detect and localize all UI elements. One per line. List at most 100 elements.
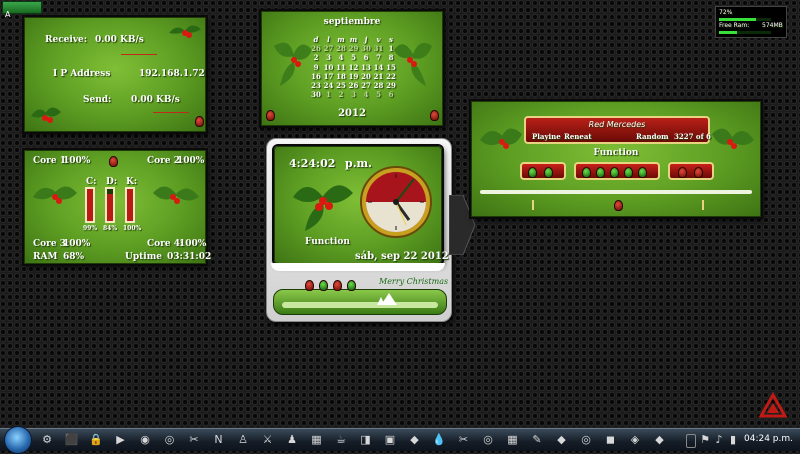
bell-icon[interactable]	[678, 167, 687, 178]
taskbar-app-icon[interactable]: ▣	[383, 433, 397, 447]
progress-track[interactable]	[282, 302, 438, 308]
taskbar-app-icon[interactable]: ◎	[579, 433, 593, 447]
calendar-day[interactable]: 2	[335, 90, 347, 99]
pause-button[interactable]	[610, 167, 619, 178]
taskbar: ⚙ ⬛ 🔒 ▶ ◉ ◎ ✂ N ♙ ⚔ ♟ ▦ ☕ ◨ ▣ ◆ 💧 ✂ ◎ ▦ ✎ ◆ ◎ ◼ ◈ ◆ ⚑ ♪ ▮ 04:24 p…	[0, 426, 800, 454]
taskbar-app-icon[interactable]: 🔒	[89, 433, 103, 447]
calendar-day[interactable]: 15	[385, 63, 397, 72]
calendar-day[interactable]: 26	[310, 44, 322, 53]
taskbar-app-icon[interactable]: 💧	[432, 433, 446, 447]
calendar-day[interactable]: 28	[373, 81, 385, 90]
stop-button[interactable]	[624, 167, 633, 178]
taskbar-app-icon[interactable]: ✂	[457, 433, 471, 447]
calendar-day[interactable]: 30	[310, 90, 322, 99]
volume-controls[interactable]	[668, 162, 714, 180]
calendar-day[interactable]: 16	[310, 72, 322, 81]
music-player-widget[interactable]: Red Mercedes Playine Reneat Random 3227 …	[471, 101, 761, 217]
system-monitor-widget[interactable]: Core 1: 100% Core 2: 100% C: 99% D: 84% K: 10…	[24, 150, 211, 264]
taskbar-app-icon[interactable]: ⚔	[261, 433, 275, 447]
calendar-day[interactable]: 24	[323, 81, 335, 90]
calendar-day[interactable]: 27	[323, 44, 335, 53]
taskbar-app-icon[interactable]: ⬛	[65, 433, 79, 447]
calendar-weekday: v	[376, 35, 381, 44]
calendar-day[interactable]: 30	[360, 44, 372, 53]
bell-icon[interactable]	[319, 280, 328, 291]
calendar-day[interactable]: 4	[335, 53, 347, 62]
calendar-widget[interactable]: septiembre d l m m j v s 26 27 28 29 30 31 1 2 3 4 5 6 7 8 9 1…	[261, 11, 443, 126]
bell-icon[interactable]	[347, 280, 356, 291]
calendar-day[interactable]: 8	[385, 53, 397, 62]
calendar-day[interactable]: 29	[348, 44, 360, 53]
calendar-day[interactable]: 3	[348, 90, 360, 99]
taskbar-app-icon[interactable]: N	[212, 433, 226, 447]
calendar-day[interactable]: 4	[360, 90, 372, 99]
calendar-day[interactable]: 1	[385, 44, 397, 53]
calendar-day[interactable]: 22	[385, 72, 397, 81]
network-icon[interactable]: ▮	[726, 433, 740, 447]
taskbar-app-icon[interactable]: ✎	[530, 433, 544, 447]
next-button[interactable]	[638, 167, 647, 178]
prev-button[interactable]	[582, 167, 591, 178]
calendar-day[interactable]: 10	[323, 63, 335, 72]
calendar-day[interactable]: 31	[373, 44, 385, 53]
calendar-day[interactable]: 6	[385, 90, 397, 99]
taskbar-app-icon[interactable]: ◆	[555, 433, 569, 447]
bell-icon[interactable]	[544, 167, 553, 178]
taskbar-app-icon[interactable]: ⚙	[40, 433, 54, 447]
app-logo[interactable]: A	[2, 1, 42, 19]
calendar-day[interactable]: 25	[335, 81, 347, 90]
taskbar-app-icon[interactable]: ◆	[408, 433, 422, 447]
taskbar-app-icon[interactable]: ▦	[506, 433, 520, 447]
tray-arrow-icon[interactable]	[686, 434, 696, 448]
taskbar-app-icon[interactable]: ♙	[236, 433, 250, 447]
calendar-day[interactable]: 27	[360, 81, 372, 90]
calendar-day[interactable]: 26	[348, 81, 360, 90]
taskbar-app-icon[interactable]: ♟	[285, 433, 299, 447]
calendar-day[interactable]: 5	[373, 90, 385, 99]
taskbar-app-icon[interactable]: ▦	[310, 433, 324, 447]
taskbar-app-icon[interactable]: ◎	[481, 433, 495, 447]
calendar-day[interactable]: 23	[310, 81, 322, 90]
taskbar-app-icon[interactable]: ✂	[187, 433, 201, 447]
calendar-day[interactable]: 17	[323, 72, 335, 81]
bell-icon[interactable]	[333, 280, 342, 291]
bell-icon[interactable]	[694, 167, 703, 178]
calendar-day[interactable]: 20	[360, 72, 372, 81]
calendar-day[interactable]: 1	[323, 90, 335, 99]
calendar-day[interactable]: 2	[310, 53, 322, 62]
calendar-day[interactable]: 18	[335, 72, 347, 81]
taskbar-app-icon[interactable]: ▶	[114, 433, 128, 447]
flag-icon[interactable]: ⚑	[698, 433, 712, 447]
taskbar-clock[interactable]: 04:24 p.m.	[744, 434, 793, 444]
volume-icon[interactable]: ♪	[712, 433, 726, 447]
calendar-day[interactable]: 7	[373, 53, 385, 62]
play-button[interactable]	[596, 167, 605, 178]
network-widget[interactable]: Receive: 0.00 KB/s I P Address 192.168.1…	[24, 17, 206, 132]
calendar-day[interactable]: 28	[335, 44, 347, 53]
recycle-bin-icon[interactable]	[758, 392, 788, 422]
taskbar-app-icon[interactable]: ◼	[604, 433, 618, 447]
calendar-day[interactable]: 9	[310, 63, 322, 72]
taskbar-app-icon[interactable]: ◎	[163, 433, 177, 447]
taskbar-app-icon[interactable]: ◨	[359, 433, 373, 447]
calendar-day[interactable]: 6	[360, 53, 372, 62]
bell-icon[interactable]	[305, 280, 314, 291]
calendar-day[interactable]: 21	[373, 72, 385, 81]
calendar-day[interactable]: 12	[348, 63, 360, 72]
taskbar-app-icon[interactable]: ☕	[334, 433, 348, 447]
calendar-day[interactable]: 5	[348, 53, 360, 62]
calendar-day[interactable]: 13	[360, 63, 372, 72]
playback-controls[interactable]	[574, 162, 660, 180]
calendar-day[interactable]: 11	[335, 63, 347, 72]
taskbar-app-icon[interactable]: ◈	[628, 433, 642, 447]
calendar-day[interactable]: 3	[323, 53, 335, 62]
taskbar-app-icon[interactable]: ◆	[653, 433, 667, 447]
calendar-day[interactable]: 14	[373, 63, 385, 72]
calendar-day[interactable]: 19	[348, 72, 360, 81]
clock-widget[interactable]: 4:24:02 p.m. Function sáb, sep 22 2012 M…	[266, 138, 476, 322]
calendar-day[interactable]: 29	[385, 81, 397, 90]
bell-icon[interactable]	[528, 167, 537, 178]
seek-bar[interactable]	[480, 190, 752, 194]
taskbar-app-icon[interactable]: ◉	[138, 433, 152, 447]
shuffle-controls[interactable]	[520, 162, 566, 180]
